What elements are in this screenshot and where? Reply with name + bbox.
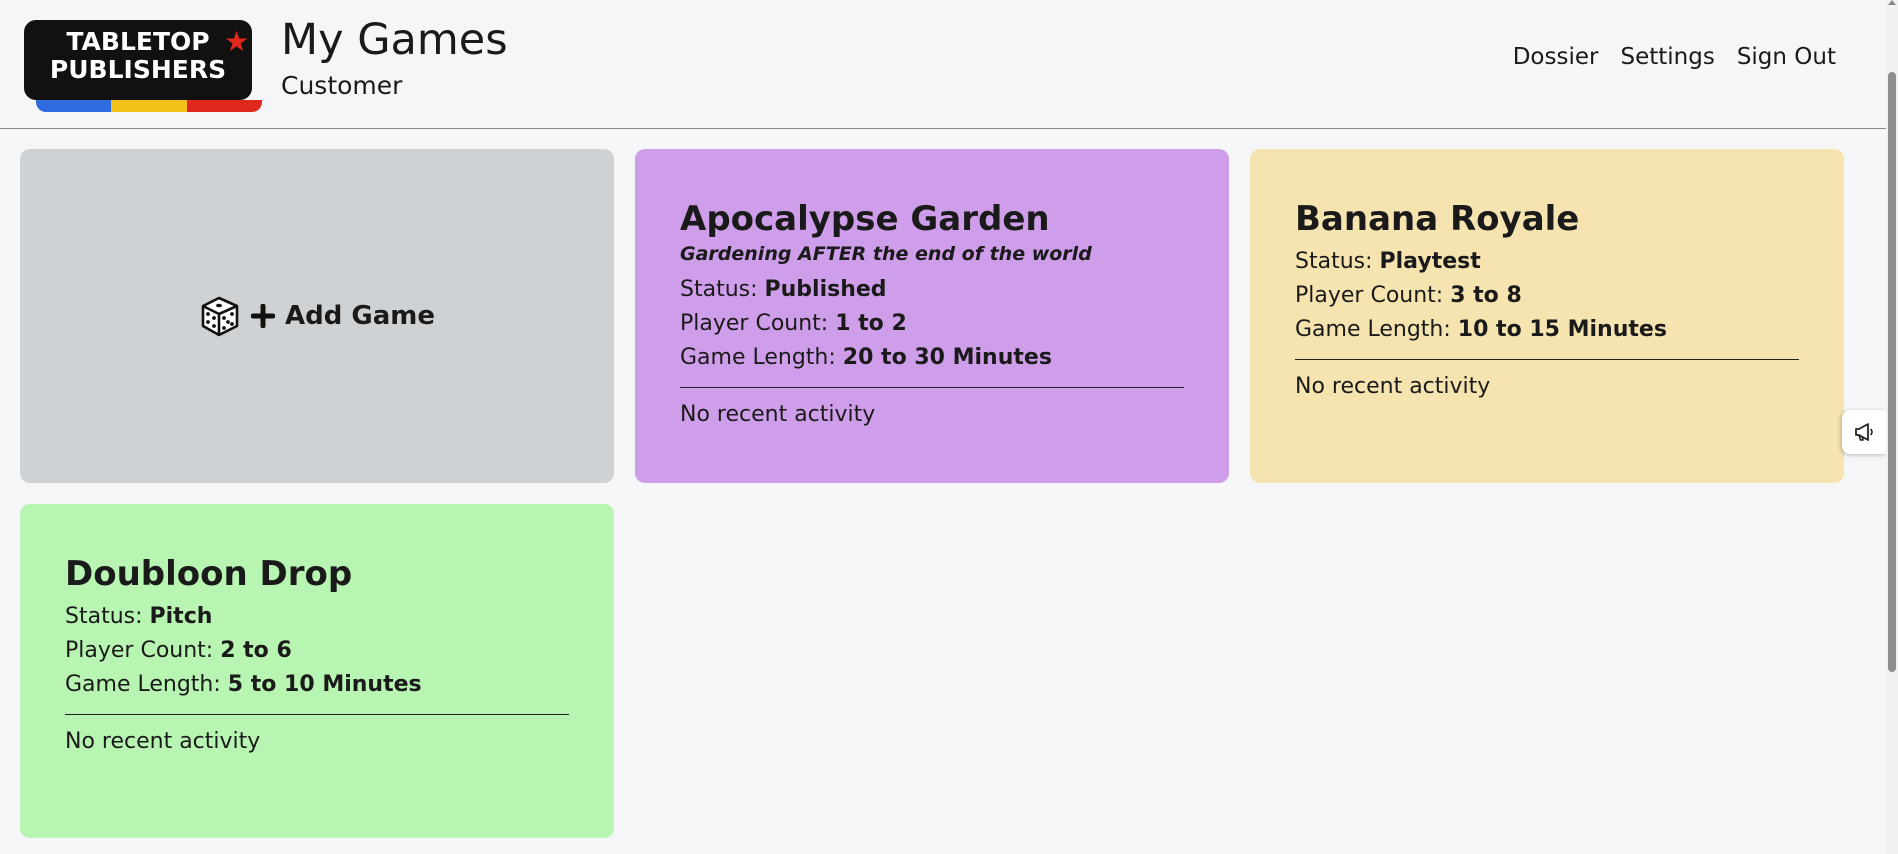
game-length-value: 20 to 30 Minutes — [842, 345, 1052, 370]
status-label: Status: — [65, 604, 150, 629]
player-count-label: Player Count: — [1295, 283, 1451, 308]
scrollbar-thumb[interactable] — [1888, 72, 1896, 672]
recent-activity: No recent activity — [680, 402, 876, 427]
player-count-value: 3 to 8 — [1450, 283, 1522, 308]
header: TABLETOP PUBLISHERS ★ My Games Customer … — [0, 0, 1886, 129]
card-divider — [65, 714, 569, 715]
dice-icon — [201, 296, 239, 337]
logo-line-1: TABLETOP — [66, 27, 210, 56]
player-count-value: 1 to 2 — [835, 311, 907, 336]
megaphone-icon — [1855, 423, 1873, 441]
game-length-label: Game Length: — [680, 345, 843, 370]
tabletop-publishers-logo[interactable]: TABLETOP PUBLISHERS ★ — [24, 20, 262, 112]
game-player-count: Player Count: 1 to 2 — [680, 307, 1184, 341]
logo-stripe-blue — [36, 100, 112, 112]
add-game-button[interactable]: Add Game — [199, 294, 435, 338]
logo-stripe-red — [186, 100, 262, 112]
game-card-doubloon-drop[interactable]: Doubloon Drop Status: Pitch Player Count… — [20, 504, 614, 838]
game-title: Doubloon Drop — [65, 554, 353, 594]
recent-activity: No recent activity — [1295, 374, 1491, 399]
game-length: Game Length: 20 to 30 Minutes — [680, 341, 1184, 375]
nav-dossier-link[interactable]: Dossier — [1513, 44, 1599, 70]
card-divider — [680, 387, 1184, 388]
game-tagline: Gardening AFTER the end of the world — [680, 243, 1092, 265]
game-title: Banana Royale — [1295, 199, 1580, 239]
nav-settings-link[interactable]: Settings — [1620, 44, 1714, 70]
game-length-value: 10 to 15 Minutes — [1457, 317, 1667, 342]
add-game-label: Add Game — [284, 301, 435, 331]
page-title: My Games — [281, 15, 508, 65]
logo-stripe-yellow — [111, 100, 187, 112]
player-count-label: Player Count: — [680, 311, 836, 336]
meeple-icon: ★ — [224, 25, 250, 58]
game-status: Status: Published — [680, 273, 1184, 307]
add-game-card[interactable]: Add Game — [20, 149, 614, 483]
game-card-apocalypse-garden[interactable]: Apocalypse Garden Gardening AFTER the en… — [635, 149, 1229, 483]
game-length-label: Game Length: — [1295, 317, 1458, 342]
game-player-count: Player Count: 2 to 6 — [65, 634, 569, 668]
page-subtitle: Customer — [281, 71, 403, 100]
game-player-count: Player Count: 3 to 8 — [1295, 279, 1799, 313]
status-label: Status: — [1295, 249, 1380, 274]
card-divider — [1295, 359, 1799, 360]
nav-sign-out-link[interactable]: Sign Out — [1737, 44, 1836, 70]
game-status: Status: Playtest — [1295, 245, 1799, 279]
logo-text: TABLETOP PUBLISHERS — [24, 28, 252, 84]
game-length: Game Length: 10 to 15 Minutes — [1295, 313, 1799, 347]
status-value: Playtest — [1379, 249, 1481, 274]
logo-line-2: PUBLISHERS — [49, 55, 227, 84]
plus-icon — [250, 304, 275, 328]
game-length-value: 5 to 10 Minutes — [227, 672, 422, 697]
game-length-label: Game Length: — [65, 672, 228, 697]
logo-stripes — [36, 100, 262, 112]
status-label: Status: — [680, 277, 765, 302]
game-title: Apocalypse Garden — [680, 199, 1050, 239]
player-count-value: 2 to 6 — [220, 638, 292, 663]
status-value: Published — [764, 277, 887, 302]
status-value: Pitch — [149, 604, 213, 629]
feedback-button[interactable] — [1842, 410, 1886, 454]
game-status: Status: Pitch — [65, 600, 569, 634]
game-length: Game Length: 5 to 10 Minutes — [65, 668, 569, 702]
vertical-scrollbar[interactable] — [1886, 0, 1898, 854]
scroll-up-arrow-icon[interactable] — [1888, 0, 1896, 5]
recent-activity: No recent activity — [65, 729, 261, 754]
top-nav: Dossier Settings Sign Out — [1513, 44, 1836, 70]
player-count-label: Player Count: — [65, 638, 221, 663]
game-card-banana-royale[interactable]: Banana Royale Status: Playtest Player Co… — [1250, 149, 1844, 483]
